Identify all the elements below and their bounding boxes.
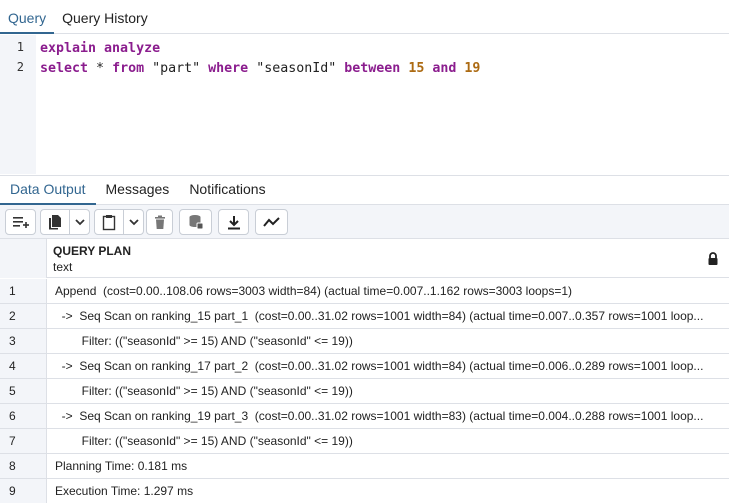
code-token: select: [40, 61, 89, 76]
chevron-down-icon: [128, 219, 139, 226]
row-number-header[interactable]: [0, 239, 47, 278]
copy-icon: [49, 215, 61, 230]
row-number[interactable]: 1: [0, 279, 47, 303]
sql-editor[interactable]: 1 2 explain analyze select * from "part"…: [0, 35, 729, 174]
table-row[interactable]: 9 Execution Time: 1.297 ms: [0, 479, 729, 503]
add-row-icon: [12, 217, 29, 228]
code-token: explain analyze: [40, 41, 161, 56]
paste-icon: [102, 214, 116, 230]
row-number[interactable]: 3: [0, 329, 47, 353]
table-row[interactable]: 3 Filter: (("seasonId" >= 15) AND ("seas…: [0, 329, 729, 354]
lock-icon: [708, 252, 718, 265]
save-data-changes-button[interactable]: [179, 209, 212, 235]
graph-visualiser-button[interactable]: [255, 209, 288, 235]
tab-query-history[interactable]: Query History: [54, 4, 156, 34]
tab-messages[interactable]: Messages: [96, 176, 180, 205]
row-number[interactable]: 2: [0, 304, 47, 328]
grid-header: QUERY PLAN text: [0, 239, 729, 278]
line-number: 2: [16, 60, 24, 74]
line-number: 1: [16, 40, 24, 54]
query-plan-cell[interactable]: Filter: (("seasonId" >= 15) AND ("season…: [55, 379, 720, 403]
copy-options-button[interactable]: [70, 210, 89, 234]
code-token: "seasonId": [248, 61, 345, 76]
column-name[interactable]: QUERY PLAN: [53, 244, 131, 258]
add-row-button[interactable]: [5, 209, 36, 235]
row-number[interactable]: 9: [0, 479, 47, 503]
line-number-gutter: 1 2: [0, 35, 36, 174]
code-token: 19: [464, 61, 481, 76]
download-icon: [227, 215, 240, 229]
column-type: text: [53, 260, 73, 274]
code-token: 15: [408, 61, 425, 76]
table-row[interactable]: 5 Filter: (("seasonId" >= 15) AND ("seas…: [0, 379, 729, 404]
copy-button-group: [40, 209, 90, 235]
row-number[interactable]: 4: [0, 354, 47, 378]
tab-notifications[interactable]: Notifications: [179, 176, 275, 205]
chevron-down-icon: [74, 219, 85, 226]
query-plan-cell[interactable]: Execution Time: 1.297 ms: [55, 479, 720, 503]
download-button[interactable]: [218, 209, 249, 235]
query-plan-cell[interactable]: Filter: (("seasonId" >= 15) AND ("season…: [55, 329, 720, 353]
delete-button[interactable]: [146, 209, 173, 235]
query-tabs: Query Query History: [0, 4, 729, 34]
code-token: from: [112, 61, 145, 76]
table-row[interactable]: 1 Append (cost=0.00..108.06 rows=3003 wid…: [0, 279, 729, 304]
tab-data-output[interactable]: Data Output: [0, 176, 96, 205]
code-token: between: [344, 61, 401, 76]
query-plan-cell[interactable]: Append (cost=0.00..108.06 rows=3003 widt…: [55, 279, 720, 303]
copy-button[interactable]: [41, 210, 70, 234]
code-token: "part": [144, 61, 209, 76]
paste-button-group: [94, 209, 144, 235]
row-number[interactable]: 8: [0, 454, 47, 478]
table-row[interactable]: 8 Planning Time: 0.181 ms: [0, 454, 729, 479]
data-output-toolbar: [0, 205, 729, 239]
query-plan-cell[interactable]: -> Seq Scan on ranking_15 part_1 (cost=0…: [55, 304, 720, 328]
delete-icon: [154, 215, 165, 229]
tab-query[interactable]: Query: [0, 4, 55, 34]
code-token: where: [208, 61, 249, 76]
query-plan-cell[interactable]: -> Seq Scan on ranking_19 part_3 (cost=0…: [55, 404, 720, 428]
table-row[interactable]: 2 -> Seq Scan on ranking_15 part_1 (cost…: [0, 304, 729, 329]
save-data-icon: [189, 215, 203, 230]
code-line-2[interactable]: select * from "part" where "seasonId" be…: [40, 61, 480, 76]
graph-icon: [262, 217, 280, 227]
query-plan-cell[interactable]: -> Seq Scan on ranking_17 part_2 (cost=0…: [55, 354, 720, 378]
row-number[interactable]: 7: [0, 429, 47, 453]
paste-options-button[interactable]: [124, 210, 143, 234]
table-row[interactable]: 6 -> Seq Scan on ranking_19 part_3 (cost…: [0, 404, 729, 429]
code-line-1[interactable]: explain analyze: [40, 41, 160, 56]
code-token: *: [88, 61, 113, 76]
query-plan-cell[interactable]: Filter: (("seasonId" >= 15) AND ("season…: [55, 429, 720, 453]
paste-button[interactable]: [95, 210, 124, 234]
table-row[interactable]: 4 -> Seq Scan on ranking_17 part_2 (cost…: [0, 354, 729, 379]
output-tabs: Data Output Messages Notifications: [0, 175, 729, 205]
table-row[interactable]: 7 Filter: (("seasonId" >= 15) AND ("seas…: [0, 429, 729, 454]
query-plan-cell[interactable]: Planning Time: 0.181 ms: [55, 454, 720, 478]
row-number[interactable]: 5: [0, 379, 47, 403]
row-number[interactable]: 6: [0, 404, 47, 428]
code-token: and: [432, 61, 457, 76]
